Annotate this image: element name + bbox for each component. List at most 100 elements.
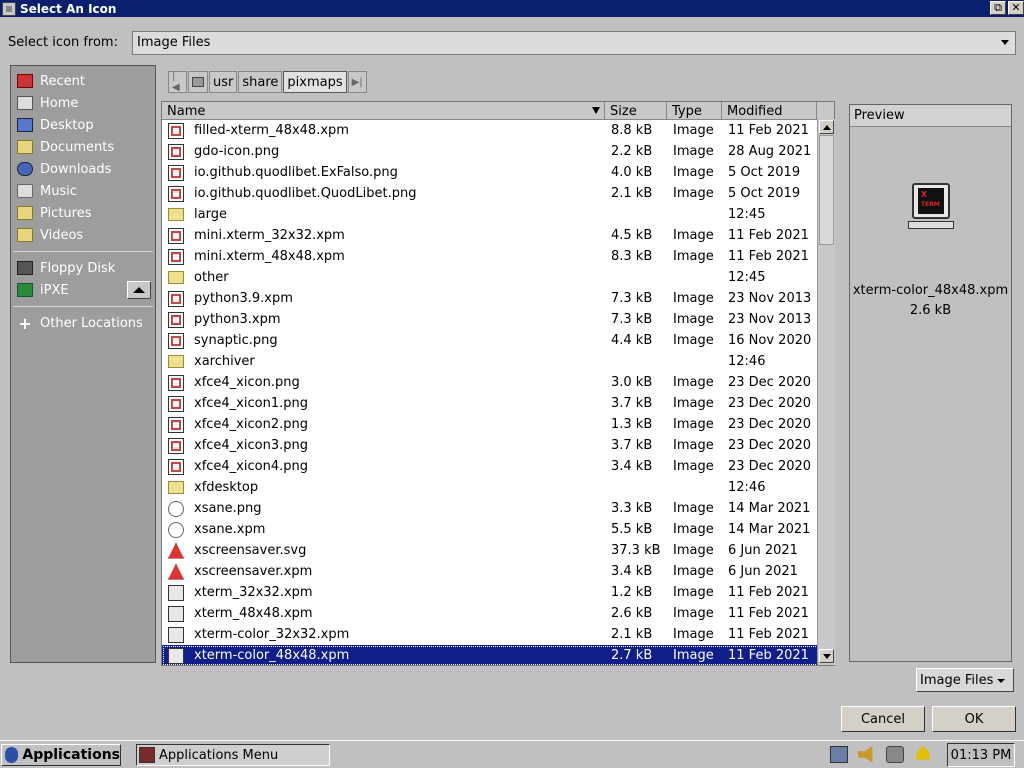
folder-icon <box>168 208 184 221</box>
sidebar-item-pictures[interactable]: Pictures <box>11 202 155 224</box>
sidebar-item-documents[interactable]: Documents <box>11 136 155 158</box>
file-name-cell: xterm-color_32x32.xpm <box>162 624 605 645</box>
file-name-cell: xfce4_xicon2.png <box>162 414 605 435</box>
file-type: Image <box>673 417 714 432</box>
file-modified: 11 Feb 2021 <box>728 228 809 243</box>
sidebar-item-desktop[interactable]: Desktop <box>11 114 155 136</box>
sidebar-item-downloads[interactable]: Downloads <box>11 158 155 180</box>
file-type-filter[interactable]: Image Files <box>916 668 1014 692</box>
image-file-icon <box>168 332 184 349</box>
cancel-button[interactable]: Cancel <box>841 706 925 732</box>
path-root-button[interactable] <box>188 71 208 93</box>
column-header-size[interactable]: Size <box>605 102 667 120</box>
path-segment-usr[interactable]: usr <box>209 71 238 93</box>
applications-menu-button[interactable]: Applications <box>1 744 121 766</box>
source-label: Select icon from: <box>8 35 118 50</box>
file-modified: 23 Dec 2020 <box>728 438 812 453</box>
table-row[interactable]: mini.xterm_48x48.xpm 8.3 kB Image 11 Feb 20… <box>162 246 819 267</box>
table-row[interactable]: xarchiver 12:46 <box>162 351 819 372</box>
table-row[interactable]: mini.xterm_32x32.xpm 4.5 kB Image 11 Feb 20… <box>162 225 819 246</box>
file-name: python3.9.xpm <box>194 291 293 306</box>
sidebar-item-music[interactable]: Music <box>11 180 155 202</box>
keyboard-shape <box>908 221 954 229</box>
window-icon <box>139 747 155 763</box>
network-drive-icon <box>17 283 33 297</box>
screensaver-icon <box>168 563 184 580</box>
column-header-name[interactable]: Name <box>162 102 605 120</box>
eject-icon[interactable] <box>127 281 151 299</box>
window-controls: ⧉ ✕ <box>990 1 1024 15</box>
table-row[interactable]: xfce4_xicon1.png 3.7 kB Image 23 Dec 2020 <box>162 393 819 414</box>
home-icon <box>17 96 33 110</box>
sidebar-item-home[interactable]: Home <box>11 92 155 114</box>
scroll-down-button[interactable] <box>819 649 834 663</box>
table-row[interactable]: python3.9.xpm 7.3 kB Image 23 Nov 2013 <box>162 288 819 309</box>
table-row[interactable]: xsane.xpm 5.5 kB Image 14 Mar 2021 <box>162 519 819 540</box>
column-header-modified[interactable]: Modified <box>722 102 817 120</box>
clock[interactable]: 01:13 PM <box>947 743 1015 767</box>
table-row[interactable]: large 12:45 <box>162 204 819 225</box>
table-row[interactable]: xsane.png 3.3 kB Image 14 Mar 2021 <box>162 498 819 519</box>
column-header-type[interactable]: Type <box>667 102 722 120</box>
chevron-down-icon <box>997 679 1005 683</box>
table-row[interactable]: xscreensaver.xpm 3.4 kB Image 6 Jun 2021 <box>162 561 819 582</box>
sidebar-item-other-locations[interactable]: + Other Locations <box>11 312 155 334</box>
table-row[interactable]: xfce4_xicon2.png 1.3 kB Image 23 Dec 2020 <box>162 414 819 435</box>
network-icon[interactable] <box>830 746 848 763</box>
preview-header: Preview <box>850 105 1011 127</box>
file-list-scrollbar[interactable] <box>817 119 835 665</box>
file-modified: 23 Dec 2020 <box>728 375 812 390</box>
table-row[interactable]: xfce4_xicon.png 3.0 kB Image 23 Dec 2020 <box>162 372 819 393</box>
table-row[interactable]: xterm_32x32.xpm 1.2 kB Image 11 Feb 2021 <box>162 582 819 603</box>
table-row[interactable]: io.github.quodlibet.ExFalso.png 4.0 kB Ima… <box>162 162 819 183</box>
close-button[interactable]: ✕ <box>1008 1 1024 15</box>
file-name: xsane.xpm <box>194 522 266 537</box>
table-row[interactable]: xterm-color_32x32.xpm 2.1 kB Image 11 Feb 2… <box>162 624 819 645</box>
path-back-button[interactable]: |◀ <box>168 71 187 93</box>
image-file-icon <box>168 458 184 475</box>
file-size: 3.7 kB <box>611 396 653 411</box>
file-rows: filled-xterm_48x48.xpm 8.8 kB Image 11 Feb … <box>162 120 819 665</box>
table-row[interactable]: other 12:45 <box>162 267 819 288</box>
scrollbar-thumb[interactable] <box>819 135 834 245</box>
volume-icon[interactable] <box>858 746 873 763</box>
sidebar-item-label: Desktop <box>40 117 94 133</box>
notification-icon[interactable] <box>915 746 931 760</box>
sidebar-item-label: Pictures <box>40 205 92 221</box>
table-row[interactable]: xterm-color_48x48.xpm 2.7 kB Image 11 Feb 2… <box>162 645 819 665</box>
file-type <box>667 477 722 498</box>
sidebar-item-floppy-disk[interactable]: Floppy Disk <box>11 257 155 279</box>
table-row[interactable]: xfce4_xicon3.png 3.7 kB Image 23 Dec 2020 <box>162 435 819 456</box>
monitor-screen: X TERM <box>918 188 944 214</box>
table-row[interactable]: synaptic.png 4.4 kB Image 16 Nov 2020 <box>162 330 819 351</box>
path-segment-share[interactable]: share <box>238 71 283 93</box>
path-forward-button[interactable]: ▶| <box>347 71 367 93</box>
taskbar-window-button[interactable]: Applications Menu <box>136 744 330 766</box>
table-row[interactable]: xscreensaver.svg 37.3 kB Image 6 Jun 2021 <box>162 540 819 561</box>
table-row[interactable]: filled-xterm_48x48.xpm 8.8 kB Image 11 Feb … <box>162 120 819 141</box>
scroll-up-button[interactable] <box>819 120 834 134</box>
table-row[interactable]: xterm_48x48.xpm 2.6 kB Image 11 Feb 2021 <box>162 603 819 624</box>
path-segment-pixmaps[interactable]: pixmaps <box>283 71 347 93</box>
sidebar-item-ipxe[interactable]: iPXE <box>11 279 155 301</box>
table-row[interactable]: gdo-icon.png 2.2 kB Image 28 Aug 2021 <box>162 141 819 162</box>
table-row[interactable]: python3.xpm 7.3 kB Image 23 Nov 2013 <box>162 309 819 330</box>
file-modified: 5 Oct 2019 <box>728 165 801 180</box>
preview-pane: Preview X TERM xterm-color_48x48.xpm 2.6… <box>849 104 1012 662</box>
ok-button[interactable]: OK <box>932 706 1016 732</box>
file-size: 5.5 kB <box>611 522 653 537</box>
table-row[interactable]: io.github.quodlibet.QuodLibet.png 2.1 kB I… <box>162 183 819 204</box>
sidebar-item-videos[interactable]: Videos <box>11 224 155 246</box>
table-row[interactable]: xfdesktop 12:46 <box>162 477 819 498</box>
source-dropdown[interactable]: Image Files <box>132 30 1016 55</box>
file-modified: 11 Feb 2021 <box>728 627 809 642</box>
maximize-button[interactable]: ⧉ <box>990 1 1006 15</box>
applications-label: Applications <box>22 747 120 763</box>
file-name: large <box>194 207 227 222</box>
file-type: Image <box>673 249 714 264</box>
sidebar-item-recent[interactable]: Recent <box>11 70 155 92</box>
updates-icon[interactable] <box>886 746 904 763</box>
sidebar-item-label: Documents <box>40 139 115 155</box>
file-name-cell: xscreensaver.svg <box>162 540 605 561</box>
table-row[interactable]: xfce4_xicon4.png 3.4 kB Image 23 Dec 2020 <box>162 456 819 477</box>
